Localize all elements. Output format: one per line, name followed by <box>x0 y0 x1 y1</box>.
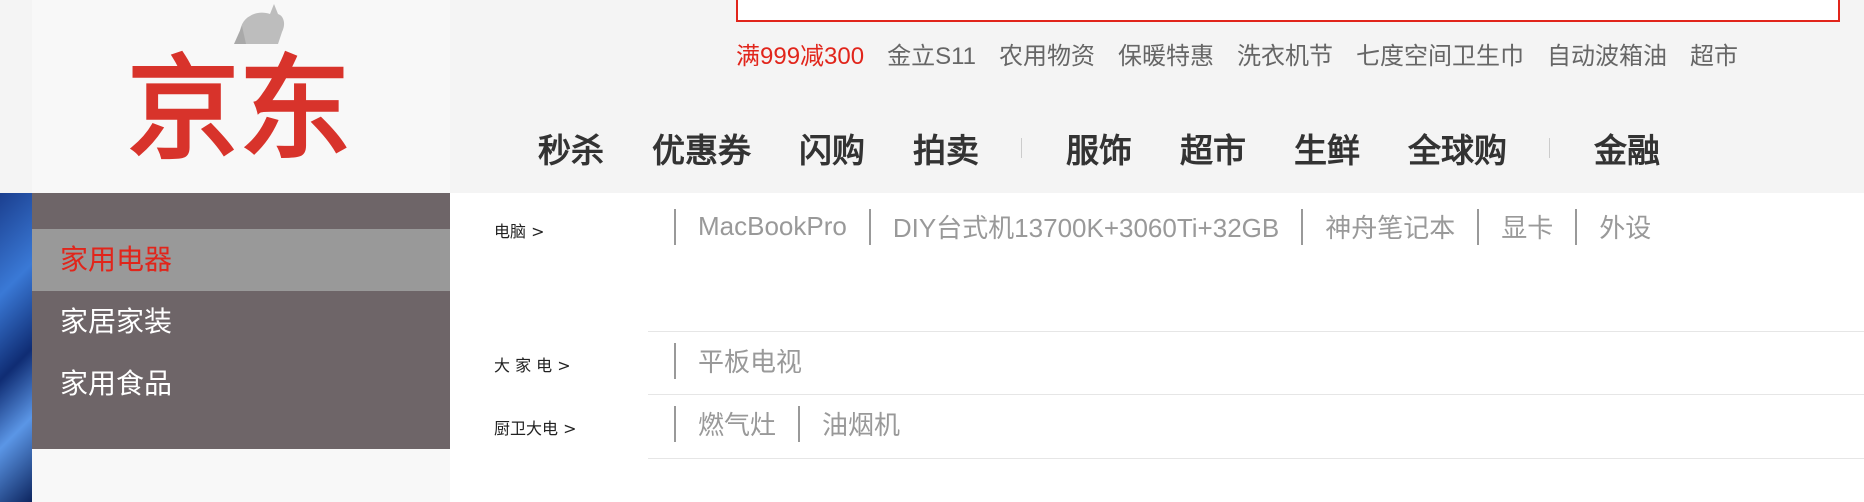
nav-item[interactable]: 优惠券 <box>652 124 751 172</box>
category-links: MacBookPro DIY台式机13700K+3060Ti+32GB 神舟笔记本 显… <box>674 208 1673 245</box>
sidebar-footer <box>32 449 450 502</box>
link-separator <box>1575 208 1578 245</box>
category-links: 燃气灶 油烟机 <box>674 405 922 442</box>
category-title[interactable]: 厨卫大电 > <box>494 415 577 439</box>
row-divider <box>648 458 1864 459</box>
category-link[interactable]: MacBookPro <box>698 211 847 242</box>
nav-item[interactable]: 拍卖 <box>913 124 979 172</box>
svg-text:京东: 京东 <box>127 48 351 166</box>
row-divider <box>648 394 1864 395</box>
hotword-link[interactable]: 农用物资 <box>999 36 1095 71</box>
category-link[interactable]: 外设 <box>1599 208 1651 245</box>
nav-separator <box>1021 138 1022 158</box>
hotword-link[interactable]: 超市 <box>1690 36 1738 71</box>
nav-item[interactable]: 服饰 <box>1066 124 1132 172</box>
link-separator <box>798 405 801 442</box>
hotword-link[interactable]: 金立S11 <box>887 36 976 71</box>
category-link[interactable]: 平板电视 <box>698 342 802 379</box>
nav-item[interactable]: 生鲜 <box>1294 124 1360 172</box>
category-links: 平板电视 <box>674 342 824 379</box>
nav-item[interactable]: 全球购 <box>1408 124 1507 172</box>
category-link[interactable]: 油烟机 <box>822 405 900 442</box>
jd-logo-wordmark: 京东 <box>127 48 351 166</box>
sidebar-item[interactable]: 家用电器 <box>32 229 450 291</box>
row-divider <box>648 331 1864 332</box>
link-separator <box>1301 208 1304 245</box>
hotword-link[interactable]: 保暖特惠 <box>1118 36 1214 71</box>
category-link[interactable]: 神舟笔记本 <box>1325 208 1455 245</box>
hotwords: 满999减300 金立S11 农用物资 保暖特惠 洗衣机节 七度空间卫生巾 自动波箱油 超市 <box>736 36 1761 71</box>
jd-dog-mascot-icon <box>234 4 285 44</box>
search-box[interactable] <box>736 0 1840 22</box>
category-link[interactable]: 燃气灶 <box>698 405 776 442</box>
logo-area[interactable]: 京东 <box>32 0 450 193</box>
hotword-link[interactable]: 满999减300 <box>736 36 864 71</box>
category-title[interactable]: 电脑 > <box>494 218 545 242</box>
nav-item[interactable]: 超市 <box>1180 124 1246 172</box>
sidebar-item[interactable]: 家居家装 <box>32 291 450 353</box>
link-separator <box>674 208 676 245</box>
nav-item[interactable]: 秒杀 <box>538 124 604 172</box>
nav-item[interactable]: 金融 <box>1594 124 1660 172</box>
link-separator <box>868 208 871 245</box>
nav-item[interactable]: 闪购 <box>799 124 865 172</box>
sidebar-item[interactable]: 家用食品 <box>32 353 450 415</box>
link-separator <box>674 405 676 442</box>
hotword-link[interactable]: 自动波箱油 <box>1547 36 1667 71</box>
main-nav: 秒杀 优惠券 闪购 拍卖 服饰 超市 生鲜 全球购 金融 <box>538 124 1660 172</box>
hotword-link[interactable]: 洗衣机节 <box>1237 36 1333 71</box>
nav-separator <box>1549 138 1550 158</box>
background-banner-strip <box>0 193 32 502</box>
hotword-link[interactable]: 七度空间卫生巾 <box>1356 36 1524 71</box>
category-link[interactable]: 显卡 <box>1501 208 1553 245</box>
category-sidebar: 家用电器 家居家装 家用食品 <box>32 193 450 449</box>
link-separator <box>1477 208 1480 245</box>
category-link[interactable]: DIY台式机13700K+3060Ti+32GB <box>893 208 1279 245</box>
link-separator <box>674 342 676 379</box>
category-title[interactable]: 大 家 电 > <box>494 352 571 376</box>
